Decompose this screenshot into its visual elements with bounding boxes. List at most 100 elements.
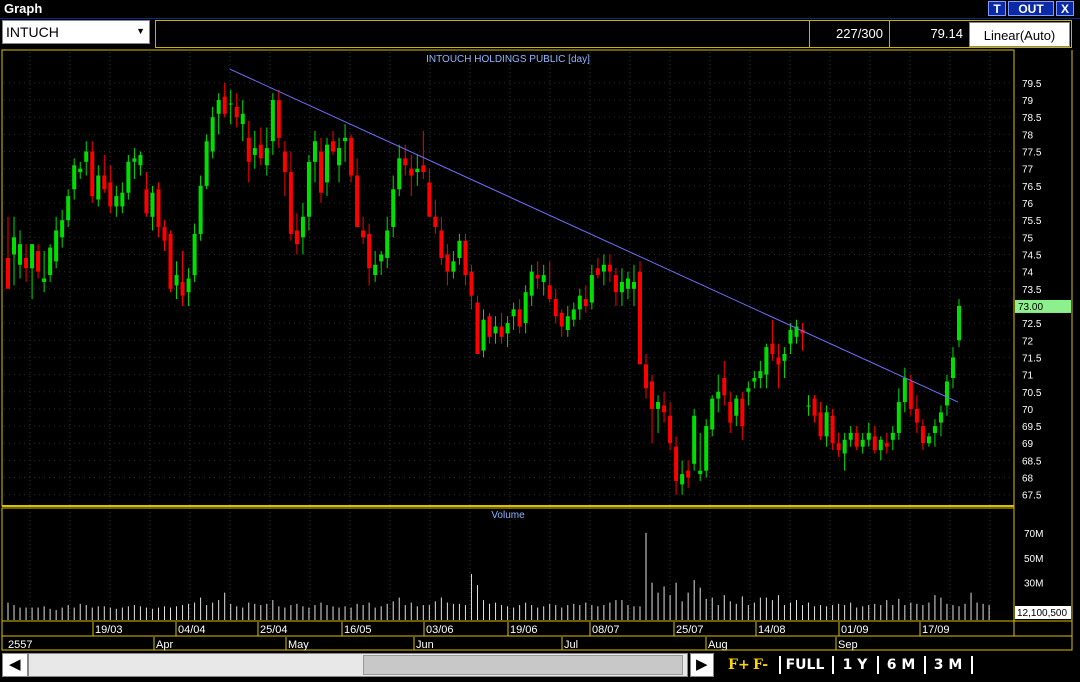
candle-body [571, 309, 576, 320]
trendline-segment [229, 68, 959, 403]
candle-body [174, 275, 179, 286]
date-tick-label: 01/09 [841, 624, 869, 636]
candle-body [192, 233, 197, 276]
price-tick-label: 70.5 [1022, 388, 1042, 399]
candle-body [656, 402, 661, 409]
candle-body [595, 268, 600, 276]
candle-body [276, 100, 281, 138]
candle-body [842, 439, 847, 454]
range-1y-button[interactable]: 1 Y [838, 655, 872, 675]
candle-body [686, 470, 691, 478]
range-3m-button[interactable]: 3 M [930, 655, 966, 675]
candle-body [559, 312, 564, 327]
candle-body [625, 278, 630, 289]
volume-tick-label: 70M [1024, 529, 1043, 540]
price-tick-label: 75.5 [1022, 216, 1042, 227]
candle-body [228, 103, 233, 105]
price-tick-label: 72.5 [1022, 319, 1042, 330]
candle-body [541, 275, 546, 282]
candle-body [926, 436, 931, 444]
candle-body [704, 426, 709, 471]
candle-body [108, 182, 113, 207]
candle-body [385, 230, 390, 258]
month-tick-label: Jun [416, 639, 434, 651]
scroll-thumb[interactable] [363, 655, 683, 675]
candle-body [343, 137, 348, 142]
candle-body [553, 299, 558, 317]
zoom-out-button[interactable]: F- [753, 655, 768, 675]
candle-body [493, 326, 498, 334]
candle-body [607, 264, 612, 272]
candle-body [824, 412, 829, 437]
scroll-left-button[interactable]: ◀ [2, 653, 28, 677]
range-full-button[interactable]: FULL [784, 655, 826, 675]
price-volume-chart[interactable]: 79.5 79 78.5 78 77.5 77 76.5 76 75.5 75 74.5 74 73.5… [0, 0, 1080, 682]
chart-title: INTOUCH HOLDINGS PUBLIC [day] [426, 54, 590, 65]
candle-body [517, 309, 522, 327]
candle-body [601, 264, 606, 272]
candle-body [445, 254, 450, 272]
arrow-right-icon: ▶ [696, 656, 708, 673]
candle-body [776, 357, 781, 365]
price-tick-label: 74.5 [1022, 250, 1042, 261]
candle-body [782, 354, 787, 361]
candle-body [818, 412, 823, 437]
candle-body [752, 378, 757, 382]
price-tick-label: 68 [1022, 474, 1034, 485]
candle-body [439, 230, 444, 258]
candle-body [583, 299, 588, 306]
price-tick-label: 77.5 [1022, 148, 1042, 159]
candle-body [716, 391, 721, 399]
candle-body [270, 100, 275, 142]
candle-body [18, 244, 23, 265]
price-tick-label: 74 [1022, 268, 1034, 279]
price-tick-label: 78 [1022, 130, 1034, 141]
candle-body [577, 295, 582, 310]
candle-body [120, 192, 125, 207]
date-tick-label: 17/09 [922, 624, 950, 636]
price-tick-label: 75 [1022, 233, 1034, 244]
price-tick-label: 77 [1022, 165, 1034, 176]
chart-frame [1, 49, 1073, 651]
range-6m-button[interactable]: 6 M [883, 655, 919, 675]
candle-body [938, 412, 943, 423]
price-tick-label: 68.5 [1022, 456, 1042, 467]
candle-body [252, 148, 257, 155]
candle-body [872, 436, 877, 451]
month-tick-label: Aug [708, 639, 728, 651]
candle-body [740, 398, 745, 427]
candle-body [565, 316, 570, 330]
candle-body [505, 323, 510, 334]
date-tick-label: 08/07 [592, 624, 620, 636]
price-tick-label: 79.5 [1022, 79, 1042, 90]
candle-body [306, 161, 311, 217]
month-tick-label: Sep [838, 639, 858, 651]
scroll-track[interactable] [28, 653, 688, 677]
grid [4, 52, 1014, 620]
date-tick-label: 25/07 [676, 624, 704, 636]
candle-body [866, 432, 871, 440]
candle-body [66, 196, 71, 221]
volume-title: Volume [491, 510, 525, 521]
candle-body [427, 182, 432, 217]
candle-body [806, 405, 811, 407]
candle-body [878, 439, 883, 451]
candle-body [36, 251, 41, 272]
separator [779, 656, 781, 674]
candle-body [331, 141, 336, 152]
candle-body [54, 230, 59, 262]
candle-body [475, 302, 480, 354]
candle-body [674, 446, 679, 481]
price-tick-label: 69 [1022, 439, 1034, 450]
candle-body [836, 443, 841, 451]
candle-body [764, 347, 769, 375]
candle-body [325, 144, 330, 183]
candle-body [294, 230, 299, 245]
zoom-in-button[interactable]: F+ [728, 655, 750, 675]
candle-body [84, 151, 89, 162]
candle-body [957, 305, 961, 341]
candle-body [246, 137, 251, 162]
scroll-right-button[interactable]: ▶ [690, 653, 714, 677]
candle-body [355, 175, 360, 228]
date-tick-label: 14/08 [758, 624, 786, 636]
